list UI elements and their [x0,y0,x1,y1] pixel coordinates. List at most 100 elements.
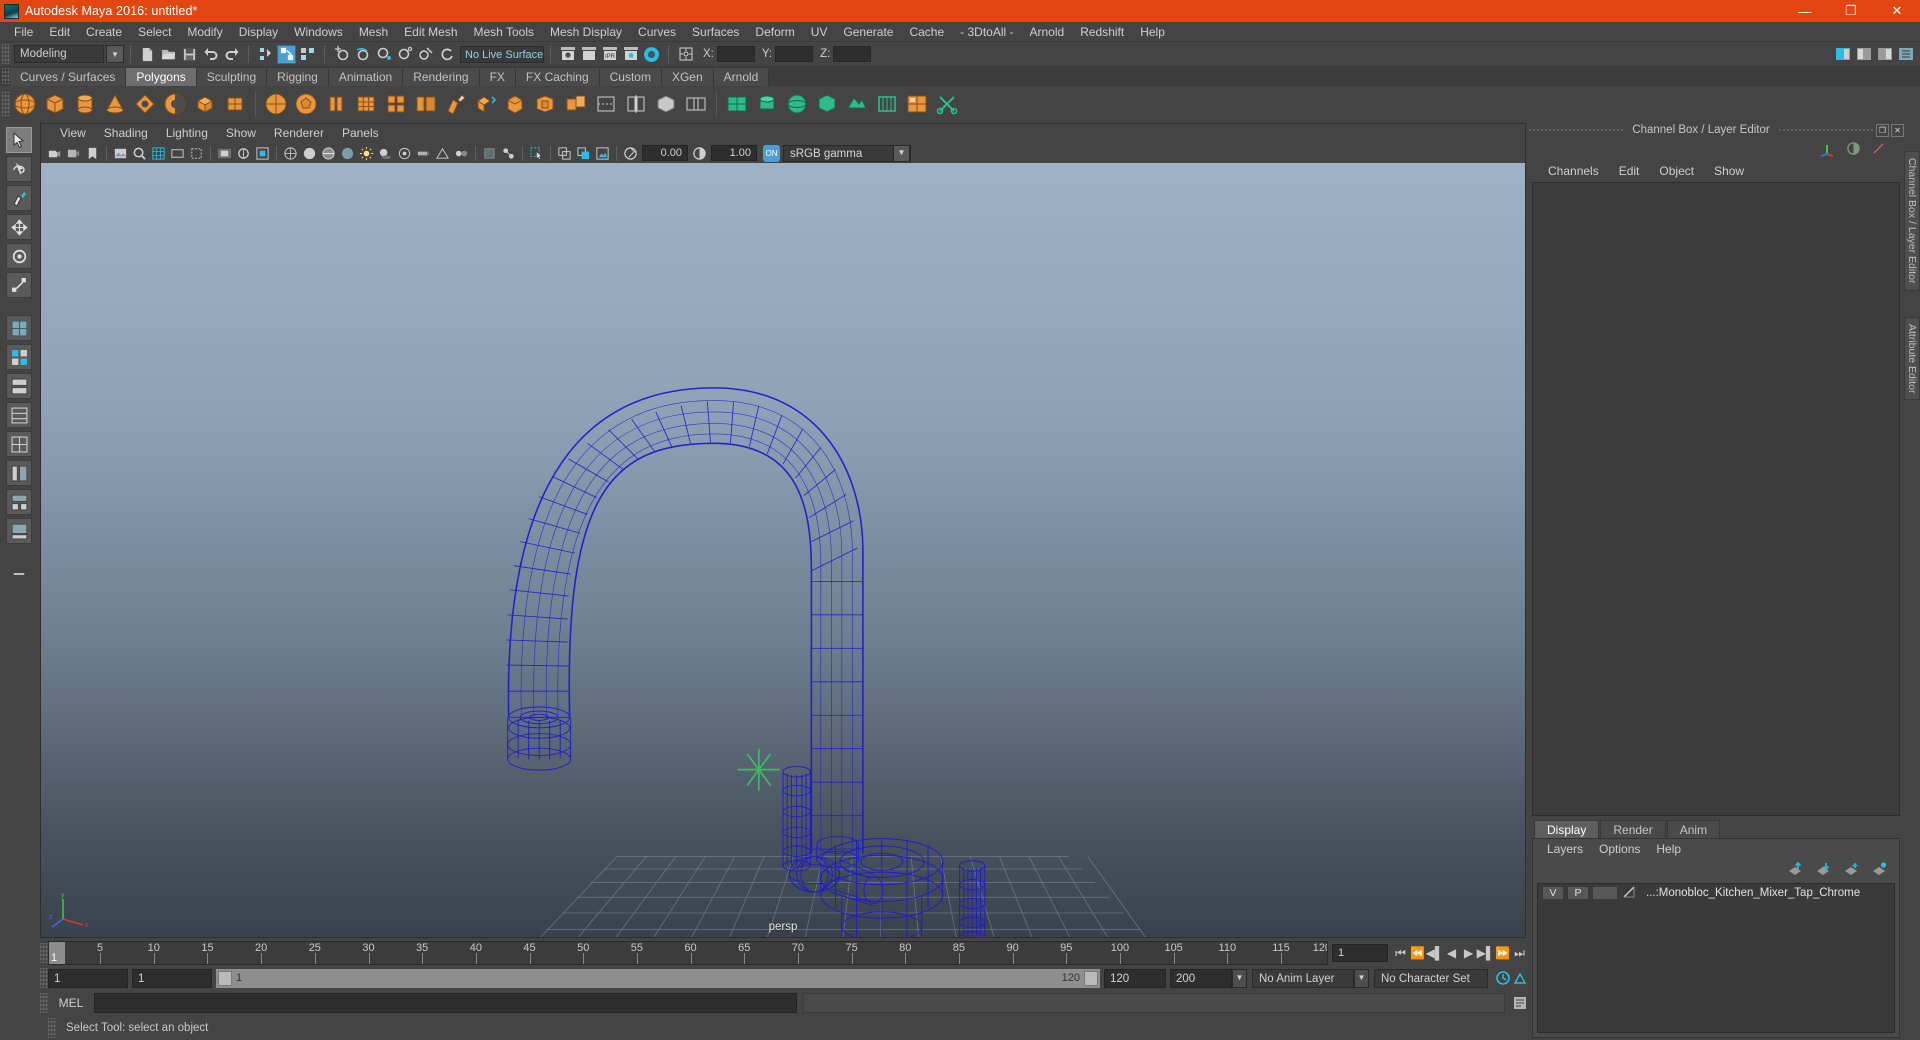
menu-help[interactable]: Help [1132,22,1173,42]
panel-restore-icon[interactable]: ❐ [1876,123,1890,137]
shelf-row-grip[interactable] [2,91,10,116]
menu-modify[interactable]: Modify [179,22,230,42]
panel-drag-dots-left[interactable] [1528,127,1625,133]
poly-sphere-icon[interactable] [12,91,38,117]
layer-row[interactable]: V P ...:Monobloc_Kitchen_Mixer_Tap_Chrom… [1538,884,1894,902]
poly-combine-icon[interactable] [563,91,589,117]
layer-menu-help[interactable]: Help [1648,839,1689,859]
poly-prism-icon[interactable] [192,91,218,117]
layer-menu-layers[interactable]: Layers [1539,839,1591,859]
coord-z-input[interactable] [833,46,872,62]
poly-sculpt-brush-icon[interactable] [443,91,469,117]
rotate-tool-icon[interactable] [6,243,32,269]
scale-tool-icon[interactable] [6,272,32,298]
play-backwards-button[interactable]: ◀ [1443,944,1460,962]
toggle-pivot-icon[interactable] [676,45,695,64]
range-end-input[interactable]: 200 ▼ [1170,968,1247,988]
poly-mirror-icon[interactable] [623,91,649,117]
vtab-channel-box-layer-editor[interactable]: Channel Box / Layer Editor [1904,151,1920,291]
layer-list[interactable]: V P ...:Monobloc_Kitchen_Mixer_Tap_Chrom… [1537,883,1895,1033]
show-tool-settings-icon[interactable] [1854,45,1873,64]
film-gate-icon[interactable] [169,145,186,162]
snap-to-curves-icon[interactable] [353,45,372,64]
layer-tab-anim[interactable]: Anim [1666,820,1721,838]
snap-to-grids-icon[interactable] [332,45,351,64]
character-set-select[interactable]: No Character Set [1374,968,1488,988]
poly-plane-icon[interactable] [353,91,379,117]
menu-mesh-tools[interactable]: Mesh Tools [466,22,542,42]
time-slider-grip[interactable] [40,943,48,963]
poly-separate-icon[interactable] [593,91,619,117]
menu-set-chevron-down-icon[interactable]: ▼ [106,45,124,63]
platonic-solid-icon[interactable] [323,91,349,117]
layer-menu-options[interactable]: Options [1591,839,1648,859]
panel-close-icon[interactable]: ✕ [1891,123,1905,137]
snap-to-view-planes-icon[interactable] [416,45,435,64]
panel-drag-dots-right[interactable] [1777,127,1875,133]
animation-preferences-icon[interactable] [1511,969,1528,987]
camera-attributes-icon[interactable] [65,145,82,162]
mel-command-input[interactable] [94,993,797,1013]
new-scene-icon[interactable] [138,45,157,64]
poly-pyramid-icon[interactable] [222,91,248,117]
poly-pipe-icon[interactable] [162,91,188,117]
range-right-handle[interactable] [1084,970,1098,986]
select-by-hierarchy-icon[interactable] [256,45,275,64]
depth-of-field-icon[interactable] [453,145,470,162]
wireframe-shading-icon[interactable] [282,145,299,162]
status-line-grip[interactable] [2,44,10,64]
poly-extrude-icon[interactable] [473,91,499,117]
range-track[interactable]: 1 120 [216,968,1100,988]
snapshot-view-icon[interactable] [594,145,611,162]
poly-bevel-icon[interactable] [503,91,529,117]
menu-edit[interactable]: Edit [41,22,78,42]
menu-windows[interactable]: Windows [286,22,351,42]
move-tool-icon[interactable] [6,214,32,240]
menu-edit-mesh[interactable]: Edit Mesh [396,22,465,42]
shelf-tab-polygons[interactable]: Polygons [126,68,197,86]
anim-start-input[interactable]: 1 [132,968,212,988]
shelf-tab-custom[interactable]: Custom [599,68,662,86]
color-management-toggle[interactable]: ON [763,144,780,162]
channel-menu-edit[interactable]: Edit [1609,161,1650,181]
range-slider-grip[interactable] [40,968,48,988]
menu-select[interactable]: Select [130,22,179,42]
poly-smooth-icon[interactable] [653,91,679,117]
layout-hypershade-persp-icon[interactable] [6,489,32,515]
time-cursor[interactable]: 1 [49,942,65,964]
step-back-key-button[interactable]: ⏪ [1409,944,1426,962]
live-surface-field[interactable]: No Live Surface [460,45,544,63]
screen-space-ao-icon[interactable] [396,145,413,162]
sidebar-toggle-icon[interactable] [1896,45,1915,64]
shaded-wireframe-icon[interactable] [320,145,337,162]
use-lights-icon[interactable] [358,145,375,162]
menu-uv[interactable]: UV [803,22,836,42]
uv-camera-based-icon[interactable] [844,91,870,117]
layout-single-pane-icon[interactable] [6,315,32,341]
select-by-component-type-icon[interactable] [298,45,317,64]
soccer-ball-icon[interactable] [293,91,319,117]
viewport-menu-view[interactable]: View [51,124,95,143]
layer-tab-render[interactable]: Render [1600,820,1666,838]
play-forwards-button[interactable]: ▶ [1460,944,1477,962]
anim-layer-chevron-down-icon[interactable]: ▼ [1354,968,1369,988]
create-new-layer-icon[interactable] [1843,862,1859,879]
channel-menu-show[interactable]: Show [1704,161,1754,181]
select-by-object-type-icon[interactable] [277,44,296,64]
save-scene-icon[interactable] [180,45,199,64]
poly-booleans-icon[interactable] [683,91,709,117]
shelf-tab-arnold[interactable]: Arnold [713,68,770,86]
ipr-render-icon[interactable]: IPR [600,45,619,64]
step-forward-key-button[interactable]: ⏩ [1494,944,1511,962]
make-live-icon[interactable] [437,45,456,64]
smooth-shading-icon[interactable] [301,145,318,162]
color-profile-select[interactable]: sRGB gamma ▼ [783,144,911,162]
layer-state-toggle[interactable] [1592,886,1618,900]
multisample-aa-icon[interactable] [434,145,451,162]
anim-layer-select[interactable]: No Anim Layer ▼ [1252,968,1369,988]
menu-cache[interactable]: Cache [901,22,952,42]
viewport-menu-show[interactable]: Show [217,124,265,143]
show-attribute-editor-icon[interactable] [1833,45,1852,64]
menu-redshift[interactable]: Redshift [1072,22,1132,42]
menu-display[interactable]: Display [231,22,286,42]
